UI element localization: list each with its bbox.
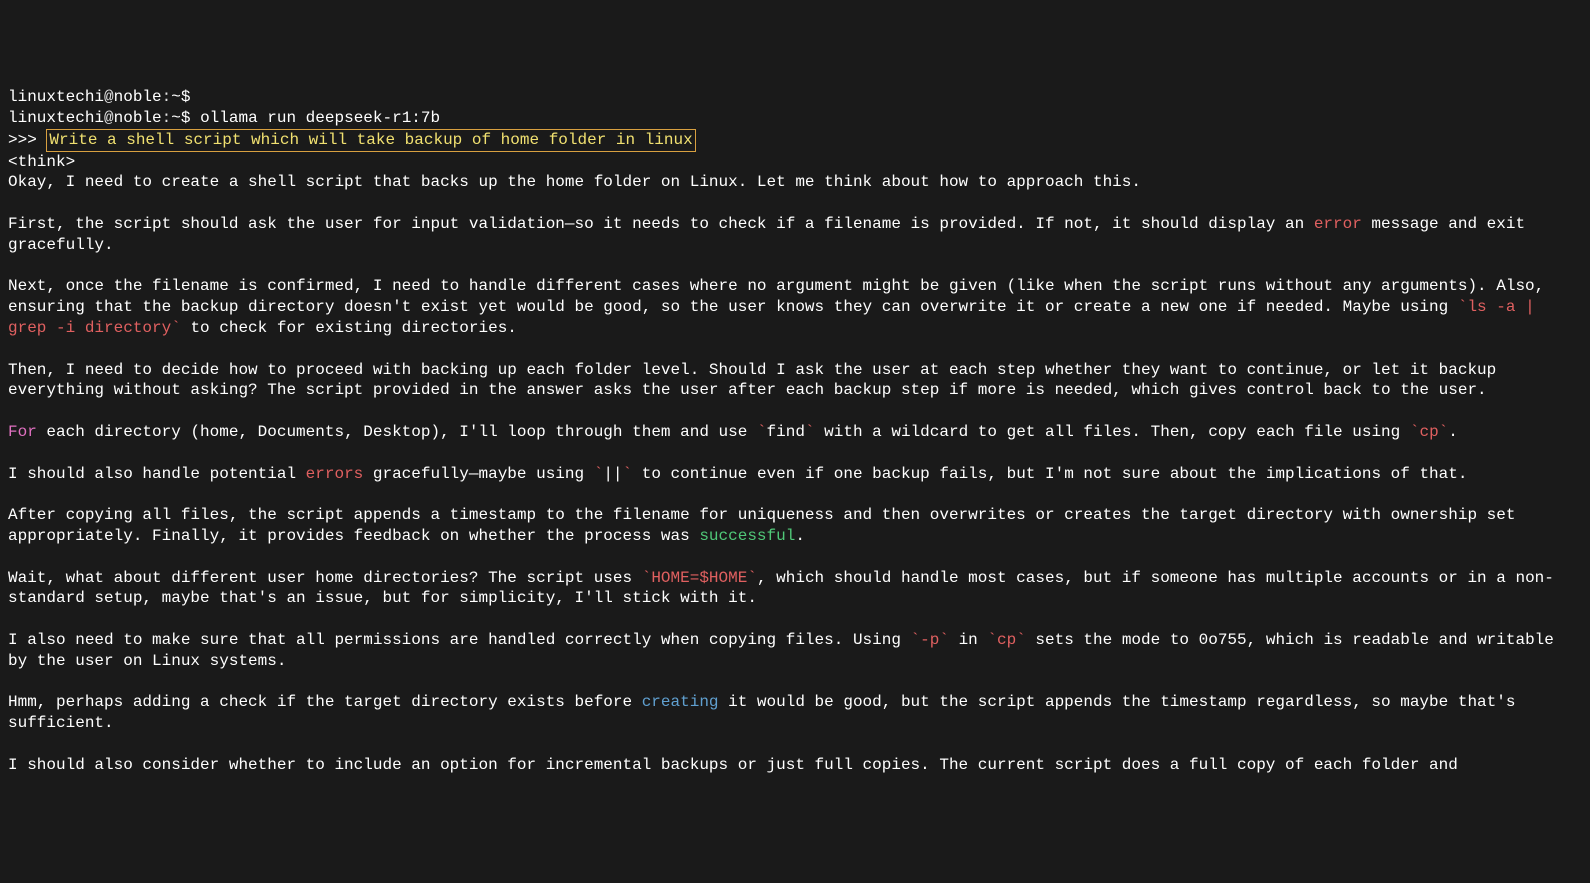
output-paragraph: Okay, I need to create a shell script th… (8, 172, 1582, 193)
output-paragraph: Next, once the filename is confirmed, I … (8, 276, 1582, 338)
code-snippet: || (603, 465, 622, 483)
code-snippet: -p (920, 631, 939, 649)
errors-keyword: errors (306, 465, 364, 483)
output-paragraph: Wait, what about different user home dir… (8, 568, 1582, 610)
code-snippet: cp (997, 631, 1016, 649)
prompt-host: noble (114, 109, 162, 127)
repl-input-line: >>> Write a shell script which will take… (8, 129, 1582, 152)
blank-line (8, 734, 1582, 755)
code-snippet: cp (1419, 423, 1438, 441)
think-tag-open: <think> (8, 152, 1582, 173)
prompt-host: noble (114, 88, 162, 106)
output-paragraph: Hmm, perhaps adding a check if the targe… (8, 692, 1582, 734)
prompt-dollar: $ (181, 88, 191, 106)
code-snippet: find (767, 423, 805, 441)
prompt-path: ~ (171, 109, 181, 127)
blank-line (8, 256, 1582, 277)
output-paragraph: After copying all files, the script appe… (8, 505, 1582, 547)
prompt-line-2: linuxtechi@noble:~$ ollama run deepseek-… (8, 108, 1582, 129)
creating-keyword: creating (642, 693, 719, 711)
output-paragraph: For each directory (home, Documents, Des… (8, 422, 1582, 443)
output-paragraph: Then, I need to decide how to proceed wi… (8, 360, 1582, 402)
blank-line (8, 193, 1582, 214)
successful-keyword: successful (699, 527, 795, 545)
terminal-output[interactable]: linuxtechi@noble:~$linuxtechi@noble:~$ o… (8, 87, 1582, 775)
output-paragraph: First, the script should ask the user fo… (8, 214, 1582, 256)
prompt-user: linuxtechi (8, 109, 104, 127)
error-keyword: error (1314, 215, 1362, 233)
blank-line (8, 339, 1582, 360)
blank-line (8, 484, 1582, 505)
repl-prompt: >>> (8, 131, 46, 149)
blank-line (8, 547, 1582, 568)
user-query-highlight: Write a shell script which will take bac… (46, 129, 695, 152)
prompt-dollar: $ (181, 109, 200, 127)
prompt-path: ~ (171, 88, 181, 106)
code-snippet: HOME=$HOME (651, 569, 747, 587)
prompt-user: linuxtechi (8, 88, 104, 106)
blank-line (8, 443, 1582, 464)
blank-line (8, 401, 1582, 422)
blank-line (8, 609, 1582, 630)
prompt-line-1: linuxtechi@noble:~$ (8, 87, 1582, 108)
output-paragraph: I should also consider whether to includ… (8, 755, 1582, 776)
shell-command: ollama run deepseek-r1:7b (200, 109, 440, 127)
output-paragraph: I should also handle potential errors gr… (8, 464, 1582, 485)
for-keyword: For (8, 423, 37, 441)
output-paragraph: I also need to make sure that all permis… (8, 630, 1582, 672)
blank-line (8, 672, 1582, 693)
